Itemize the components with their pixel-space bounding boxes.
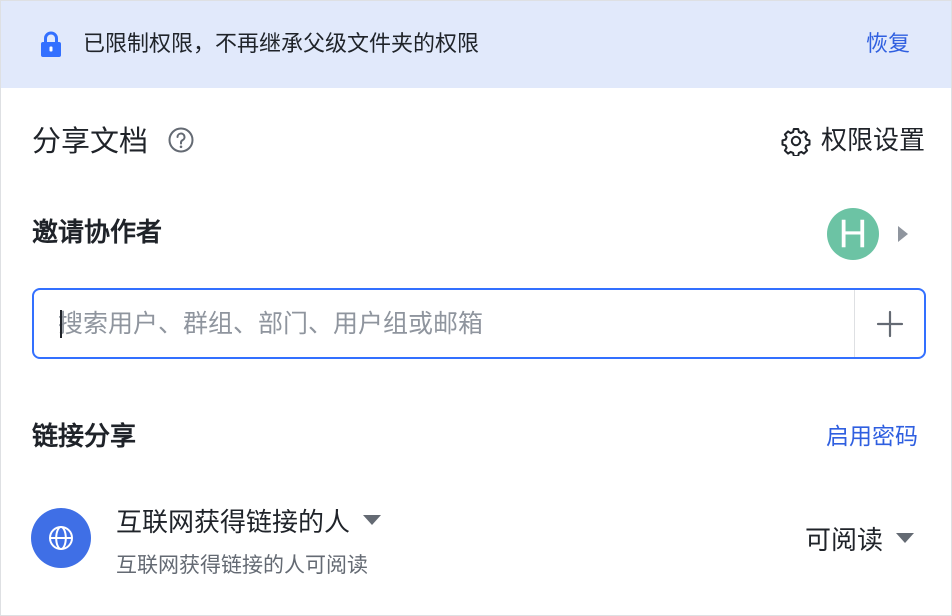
- link-share-title: 链接分享: [32, 422, 137, 452]
- link-scope-label: 互联网获得链接的人: [116, 507, 351, 538]
- share-panel: 已限制权限，不再继承父级文件夹的权限 恢复 分享文档 权限设置 邀请协作者 H …: [0, 0, 952, 616]
- text-cursor: [60, 310, 62, 338]
- permission-settings-label: 权限设置: [820, 126, 925, 156]
- globe-icon: [49, 526, 73, 550]
- gear-icon: [781, 128, 811, 156]
- permission-settings-button[interactable]: 权限设置: [781, 121, 925, 161]
- link-scope-description: 互联网获得链接的人可阅读: [116, 553, 368, 577]
- search-box: [32, 288, 926, 359]
- link-scope-dropdown[interactable]: 互联网获得链接的人: [116, 501, 382, 539]
- link-permission-dropdown[interactable]: 可阅读: [805, 519, 915, 557]
- chevron-right-icon[interactable]: [897, 225, 909, 243]
- enable-password-button[interactable]: 启用密码: [826, 421, 918, 453]
- caret-down-icon: [896, 533, 914, 543]
- invite-title: 邀请协作者: [32, 218, 163, 248]
- permission-banner: 已限制权限，不再继承父级文件夹的权限 恢复: [1, 1, 951, 88]
- caret-down-icon: [363, 515, 382, 525]
- lock-icon: [41, 31, 61, 57]
- avatar[interactable]: H: [827, 208, 879, 260]
- add-collaborator-button[interactable]: [855, 290, 924, 357]
- plus-icon: [876, 310, 903, 337]
- help-icon[interactable]: [167, 126, 195, 154]
- search-input[interactable]: [58, 290, 848, 357]
- link-permission-label: 可阅读: [804, 525, 883, 556]
- page-title: 分享文档: [32, 124, 149, 158]
- restore-button[interactable]: 恢复: [866, 30, 910, 60]
- globe-badge: [31, 508, 91, 568]
- banner-text: 已限制权限，不再继承父级文件夹的权限: [83, 32, 480, 57]
